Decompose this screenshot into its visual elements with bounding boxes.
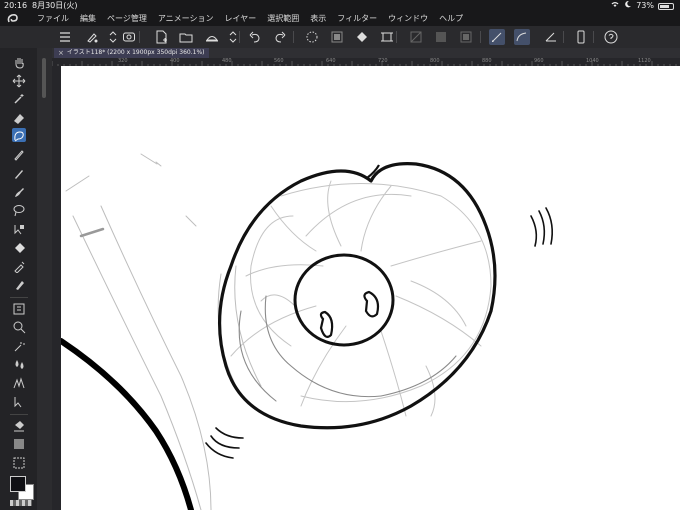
select-lasso-icon[interactable]: [12, 128, 26, 142]
bucket-icon[interactable]: [12, 418, 26, 432]
curve-snap-icon[interactable]: [514, 29, 530, 45]
eraser-icon[interactable]: [12, 110, 26, 124]
menu-icon[interactable]: [57, 29, 73, 45]
menu-bar: ファイル 編集 ページ管理 アニメーション レイヤー 選択範囲 表示 フィルター ウィンドウ ヘル…: [0, 12, 680, 26]
status-right: 73%: [610, 0, 674, 12]
updown-icon[interactable]: [105, 29, 121, 45]
tool-separator: [10, 296, 28, 298]
auto-select-icon[interactable]: [12, 221, 26, 235]
moon-icon: [624, 0, 632, 12]
ruler-number: 640: [326, 58, 336, 64]
brush-icon[interactable]: [12, 184, 26, 198]
ruler-left: [52, 66, 61, 510]
panel-scrollbar[interactable]: [42, 58, 46, 98]
ruler-number: 1120: [638, 58, 651, 64]
airbrush-icon[interactable]: [12, 338, 26, 352]
blend-icon[interactable]: [12, 455, 26, 469]
document-tab-label: イラスト118* (2200 x 1900px 350dpi 360.1%): [66, 49, 205, 56]
toolbar-separator: [593, 31, 594, 43]
menu-item-0[interactable]: ファイル: [37, 12, 69, 26]
toolbar-separator: [480, 31, 481, 43]
gray2-icon[interactable]: [433, 29, 449, 45]
gray3-icon[interactable]: [458, 29, 474, 45]
brush-settings-icon[interactable]: [84, 29, 100, 45]
ruler-snap-icon[interactable]: [489, 29, 505, 45]
spinner-icon[interactable]: [304, 29, 320, 45]
drawing-canvas[interactable]: [61, 66, 680, 510]
fill-icon[interactable]: [354, 29, 370, 45]
preview-icon[interactable]: [121, 29, 137, 45]
toolbar-separator: [293, 31, 294, 43]
ruler-number: 800: [430, 58, 440, 64]
menu-items: ファイル 編集 ページ管理 アニメーション レイヤー 選択範囲 表示 フィルター ウィンドウ ヘル…: [37, 12, 463, 26]
gradient-icon[interactable]: [12, 436, 26, 450]
transparent-color-swatch[interactable]: [10, 500, 32, 506]
save-icon[interactable]: [204, 29, 220, 45]
menu-item-6[interactable]: 表示: [310, 12, 326, 26]
help-icon[interactable]: [603, 29, 619, 45]
lasso-icon[interactable]: [12, 202, 26, 217]
ruler-top: 320 400 480 560 640 720 800 880 960 1040 1120: [52, 58, 680, 66]
menu-item-8[interactable]: ウィンドウ: [388, 12, 428, 26]
document-tab[interactable]: × イラスト118* (2200 x 1900px 350dpi 360.1%): [54, 48, 209, 58]
sketch-artwork: [61, 153, 553, 510]
gray1-icon[interactable]: [408, 29, 424, 45]
ruler-number: 480: [222, 58, 232, 64]
status-time: 20:16: [4, 1, 28, 10]
main-color-swatch[interactable]: [10, 476, 26, 492]
menu-item-4[interactable]: レイヤー: [225, 12, 257, 26]
sub-tool-strip: [37, 48, 52, 510]
ruler-number: 880: [482, 58, 492, 64]
toolbar-separator: [396, 31, 397, 43]
menu-item-7[interactable]: フィルター: [337, 12, 377, 26]
undo-icon[interactable]: [247, 29, 263, 45]
ruler-number: 960: [534, 58, 544, 64]
redo-icon[interactable]: [272, 29, 288, 45]
open-icon[interactable]: [178, 29, 194, 45]
object-icon[interactable]: [12, 393, 26, 408]
ruler-number: 720: [378, 58, 388, 64]
device-icon[interactable]: [573, 29, 589, 45]
document-tab-bar: × イラスト118* (2200 x 1900px 350dpi 360.1%): [52, 48, 680, 58]
battery-percent: 73%: [636, 1, 654, 10]
toolbar-separator: [239, 31, 240, 43]
layer-icon[interactable]: [12, 301, 26, 315]
status-bar: 20:16 8月30日(火) 73%: [0, 0, 680, 12]
command-bar: [0, 26, 680, 48]
menu-item-9[interactable]: ヘルプ: [439, 12, 463, 26]
transform-icon[interactable]: [379, 29, 395, 45]
move-icon[interactable]: [12, 73, 26, 87]
ruler-number: 320: [118, 58, 128, 64]
menu-item-5[interactable]: 選択範囲: [267, 12, 299, 26]
toolbar-separator: [139, 31, 140, 43]
tool-panel: [0, 48, 37, 510]
ruler-number: 560: [274, 58, 284, 64]
battery-fill: [660, 4, 669, 8]
zoom-icon[interactable]: [12, 319, 26, 334]
tab-close-icon[interactable]: ×: [58, 48, 64, 58]
app-logo-icon[interactable]: [6, 13, 20, 25]
new-icon[interactable]: [153, 29, 169, 45]
marker-icon[interactable]: [12, 276, 26, 290]
water-icon[interactable]: [12, 356, 26, 370]
wifi-icon: [610, 0, 620, 12]
battery-icon: [658, 2, 674, 10]
status-date: 8月30日(火): [32, 1, 78, 10]
pen-icon[interactable]: [12, 147, 26, 161]
perspective-icon[interactable]: [543, 29, 559, 45]
ruler-number: 1040: [586, 58, 599, 64]
fill-icon[interactable]: [12, 239, 26, 253]
toolbar-separator: [563, 31, 564, 43]
magic-wand-icon[interactable]: [12, 91, 26, 105]
menu-item-1[interactable]: 編集: [80, 12, 96, 26]
menu-item-2[interactable]: ページ管理: [107, 12, 147, 26]
decorate-icon[interactable]: [12, 375, 26, 389]
eyedropper-icon[interactable]: [12, 258, 26, 274]
pencil-icon[interactable]: [12, 165, 26, 179]
tool-separator: [10, 413, 28, 415]
hand-icon[interactable]: [12, 54, 26, 69]
menu-item-3[interactable]: アニメーション: [158, 12, 214, 26]
clear-icon[interactable]: [329, 29, 345, 45]
ruler-number: 400: [170, 58, 180, 64]
